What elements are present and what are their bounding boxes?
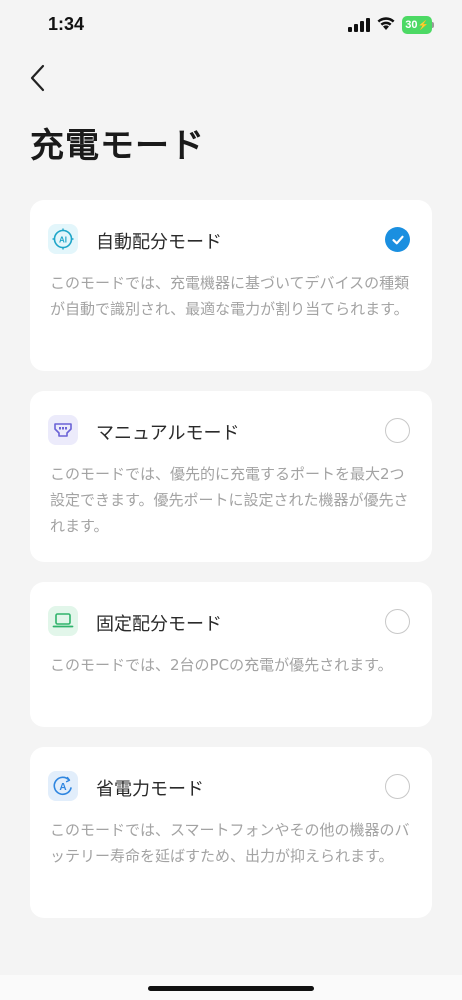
mode-description: このモードでは、優先的に充電するポートを最大2つ設定できます。優先ポートに設定さ… <box>50 465 409 535</box>
mode-card-manual[interactable]: マニュアルモード このモードでは、優先的に充電するポートを最大2つ設定できます。… <box>30 391 432 562</box>
mode-description: このモードでは、スマートフォンやその他の機器のバッテリー寿命を延ばすため、出力が… <box>50 821 410 865</box>
radio-selected[interactable] <box>385 227 410 252</box>
svg-text:A: A <box>59 782 66 793</box>
mode-description: このモードでは、充電機器に基づいてデバイスの種類が自動で識別され、最適な電力が割… <box>50 274 410 318</box>
status-time: 1:34 <box>48 14 85 34</box>
charging-icon: ⚡ <box>417 19 429 30</box>
port-icon <box>48 415 78 445</box>
home-indicator[interactable] <box>148 986 314 991</box>
battery-tip <box>432 22 434 28</box>
mode-title: 自動配分モード <box>96 232 222 253</box>
ai-icon: AI <box>48 224 78 254</box>
mode-title: 省電力モード <box>96 779 204 800</box>
battery-indicator: 30 ⚡ <box>402 16 432 34</box>
mode-card-fixed[interactable]: 固定配分モード このモードでは、2台のPCの充電が優先されます。 <box>30 582 432 727</box>
page-title: 充電モード <box>30 126 205 166</box>
mode-title: マニュアルモード <box>96 423 240 444</box>
power-save-icon: A <box>48 771 78 801</box>
mode-description: このモードでは、2台のPCの充電が優先されます。 <box>50 656 393 674</box>
battery-level: 30 <box>405 19 418 31</box>
radio-unselected[interactable] <box>385 774 410 799</box>
radio-unselected[interactable] <box>385 609 410 634</box>
radio-unselected[interactable] <box>385 418 410 443</box>
mode-title: 固定配分モード <box>96 614 222 635</box>
svg-text:AI: AI <box>59 236 67 245</box>
mode-card-auto[interactable]: AI 自動配分モード このモードでは、充電機器に基づいてデバイスの種類が自動で識… <box>30 200 432 371</box>
status-bar: 1:34 30 ⚡ <box>0 0 462 52</box>
mode-card-power-save[interactable]: A 省電力モード このモードでは、スマートフォンやその他の機器のバッテリー寿命を… <box>30 747 432 918</box>
laptop-icon <box>48 606 78 636</box>
wifi-icon <box>377 17 395 30</box>
cellular-signal-icon <box>348 18 370 32</box>
back-button[interactable] <box>22 60 58 96</box>
chevron-left-icon <box>30 64 45 92</box>
checkmark-icon <box>391 235 404 244</box>
